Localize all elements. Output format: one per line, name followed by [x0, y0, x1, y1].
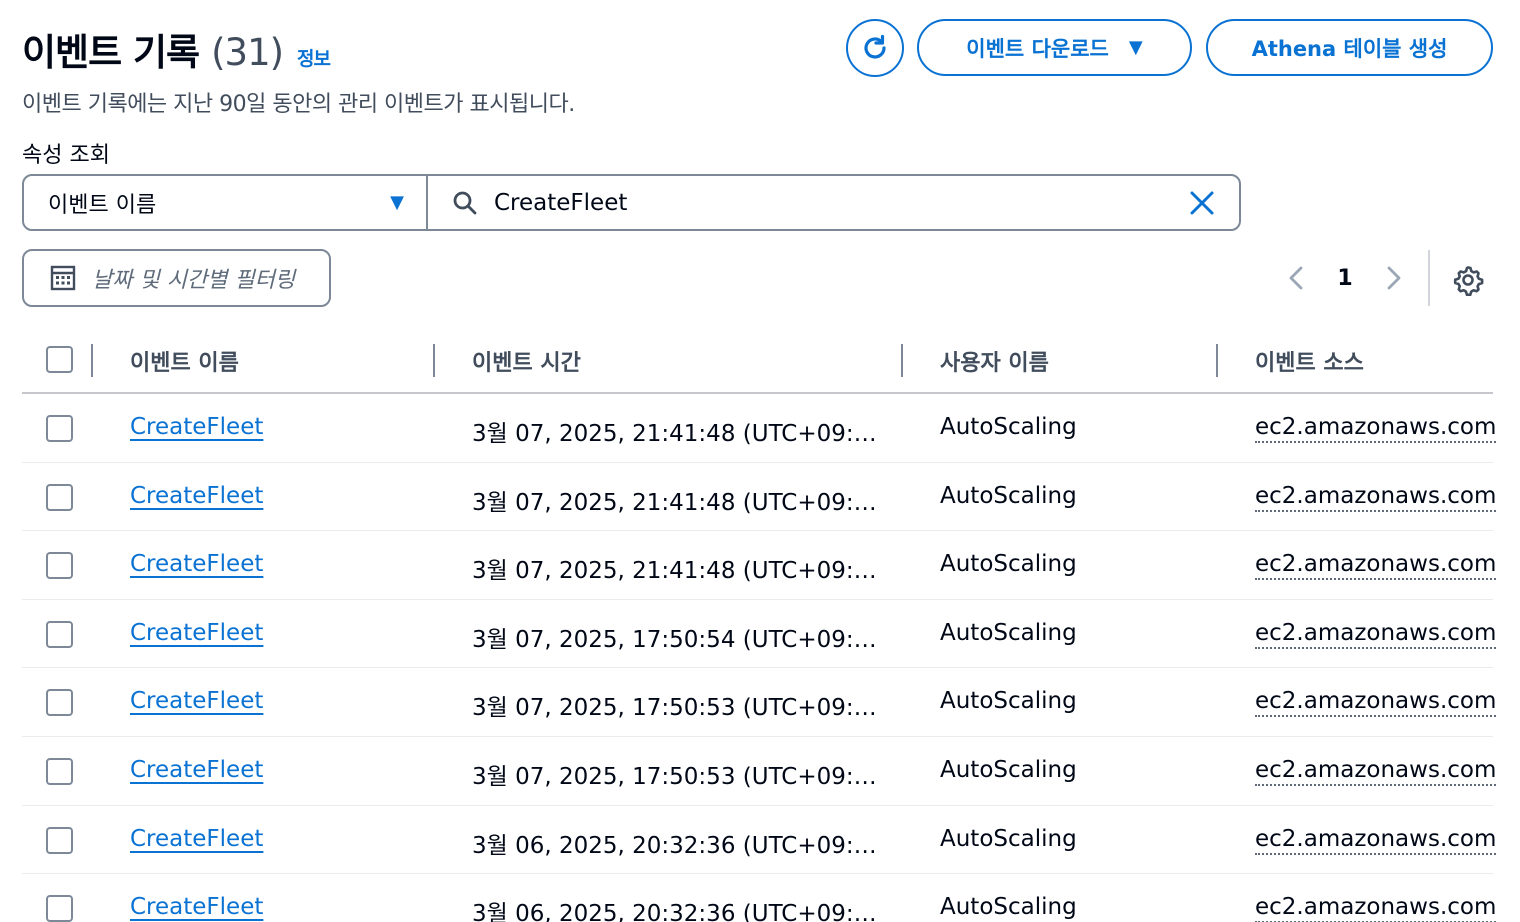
date-range-filter[interactable]: 날짜 및 시간별 필터링: [22, 249, 331, 307]
event-time: 3월 07, 2025, 17:50:54 (UTC+09:…: [472, 626, 877, 653]
user-name: AutoScaling: [940, 482, 1077, 509]
lookup-filter-bar: 이벤트 이름 ▼ CreateFleet: [22, 174, 1241, 231]
table-row: CreateFleet 3월 07, 2025, 17:50:54 (UTC+09…: [22, 600, 1497, 669]
event-name-link[interactable]: CreateFleet: [130, 826, 263, 852]
event-time: 3월 06, 2025, 20:32:36 (UTC+09:…: [472, 901, 877, 922]
event-name-link[interactable]: CreateFleet: [130, 551, 263, 577]
row-checkbox[interactable]: [46, 415, 73, 442]
row-checkbox[interactable]: [46, 620, 73, 648]
user-name: AutoScaling: [940, 756, 1077, 783]
event-source[interactable]: ec2.amazonaws.com: [1255, 551, 1497, 581]
event-name-link[interactable]: CreateFleet: [130, 483, 263, 509]
column-header-event-name[interactable]: 이벤트 이름: [130, 345, 239, 377]
table-row: CreateFleet 3월 07, 2025, 21:41:48 (UTC+09…: [22, 463, 1497, 532]
download-events-button[interactable]: 이벤트 다운로드 ▼: [917, 19, 1192, 76]
column-resizer[interactable]: [901, 344, 903, 377]
user-name: AutoScaling: [940, 894, 1077, 921]
clear-search-button[interactable]: [1189, 190, 1215, 216]
event-time: 3월 07, 2025, 21:41:48 (UTC+09:…: [472, 558, 877, 585]
row-checkbox[interactable]: [46, 895, 73, 922]
caret-down-icon: ▼: [1128, 37, 1143, 58]
event-name-link[interactable]: CreateFleet: [130, 757, 263, 783]
event-source[interactable]: ec2.amazonaws.com: [1255, 688, 1497, 718]
event-time: 3월 07, 2025, 17:50:53 (UTC+09:…: [472, 695, 877, 722]
table-row: CreateFleet 3월 06, 2025, 20:32:36 (UTC+09…: [22, 806, 1497, 875]
event-source[interactable]: ec2.amazonaws.com: [1255, 894, 1497, 922]
table-header: 이벤트 이름 이벤트 시간 사용자 이름 이벤트 소스: [22, 327, 1493, 394]
user-name: AutoScaling: [940, 688, 1077, 715]
event-name-link[interactable]: CreateFleet: [130, 688, 263, 714]
search-input-value: CreateFleet: [494, 189, 628, 216]
column-header-user-name[interactable]: 사용자 이름: [940, 345, 1049, 377]
user-name: AutoScaling: [940, 551, 1077, 578]
refresh-icon: [864, 34, 886, 59]
table-row: CreateFleet 3월 07, 2025, 17:50:53 (UTC+09…: [22, 668, 1497, 737]
attribute-select-value: 이벤트 이름: [48, 192, 157, 218]
event-name-link[interactable]: CreateFleet: [130, 414, 263, 440]
page-title-text: 이벤트 기록: [22, 31, 200, 74]
pagination: 1: [1280, 260, 1410, 296]
create-athena-table-label: Athena 테이블 생성: [1251, 36, 1448, 61]
event-name-link[interactable]: CreateFleet: [130, 894, 263, 920]
user-name: AutoScaling: [940, 825, 1077, 852]
attribute-select[interactable]: 이벤트 이름 ▼: [24, 176, 428, 229]
event-count: (31): [211, 31, 284, 74]
event-source[interactable]: ec2.amazonaws.com: [1255, 483, 1497, 512]
chevron-right-icon: [1387, 266, 1401, 290]
date-range-placeholder: 날짜 및 시간별 필터링: [92, 268, 296, 293]
event-time: 3월 06, 2025, 20:32:36 (UTC+09:…: [472, 832, 877, 859]
previous-page-button[interactable]: [1280, 260, 1312, 296]
event-source[interactable]: ec2.amazonaws.com: [1255, 826, 1497, 855]
row-checkbox[interactable]: [46, 552, 73, 580]
chevron-left-icon: [1289, 266, 1303, 290]
user-name: AutoScaling: [940, 414, 1077, 440]
download-events-label: 이벤트 다운로드: [966, 36, 1109, 61]
close-icon: [1190, 191, 1214, 214]
caret-down-icon: ▼: [390, 192, 404, 213]
gear-icon: [1453, 266, 1484, 296]
table-settings-button[interactable]: [1450, 262, 1486, 298]
current-page-number[interactable]: 1: [1312, 266, 1378, 291]
pagination-divider: [1428, 250, 1430, 306]
refresh-button[interactable]: [846, 19, 904, 77]
table-body: CreateFleet 3월 07, 2025, 21:41:48 (UTC+09…: [22, 394, 1497, 922]
lookup-attributes-label: 속성 조회: [22, 143, 110, 168]
table-row: CreateFleet 3월 07, 2025, 17:50:53 (UTC+09…: [22, 737, 1497, 806]
events-table: 이벤트 이름 이벤트 시간 사용자 이름 이벤트 소스 CreateFleet 3…: [22, 327, 1497, 922]
table-row: CreateFleet 3월 07, 2025, 21:41:48 (UTC+09…: [22, 394, 1497, 463]
search-icon: [452, 190, 478, 216]
event-source[interactable]: ec2.amazonaws.com: [1255, 414, 1497, 443]
create-athena-table-button[interactable]: Athena 테이블 생성: [1206, 19, 1493, 76]
event-time: 3월 07, 2025, 21:41:48 (UTC+09:…: [472, 421, 877, 447]
event-source[interactable]: ec2.amazonaws.com: [1255, 757, 1497, 786]
table-row: CreateFleet 3월 07, 2025, 21:41:48 (UTC+09…: [22, 531, 1497, 600]
page-title: 이벤트 기록 (31) 정보: [22, 22, 331, 76]
search-input[interactable]: CreateFleet: [428, 176, 1239, 229]
page-description: 이벤트 기록에는 지난 90일 동안의 관리 이벤트가 표시됩니다.: [22, 92, 575, 117]
column-header-event-time[interactable]: 이벤트 시간: [472, 345, 581, 377]
calendar-icon: [50, 265, 76, 291]
row-checkbox[interactable]: [46, 689, 73, 717]
column-header-event-source[interactable]: 이벤트 소스: [1255, 345, 1364, 377]
select-all-checkbox[interactable]: [46, 346, 73, 373]
column-resizer[interactable]: [433, 344, 435, 377]
event-name-link[interactable]: CreateFleet: [130, 620, 263, 646]
row-checkbox[interactable]: [46, 483, 73, 511]
row-checkbox[interactable]: [46, 826, 73, 854]
info-link[interactable]: 정보: [297, 44, 331, 71]
event-time: 3월 07, 2025, 21:41:48 (UTC+09:…: [472, 489, 877, 516]
event-time: 3월 07, 2025, 17:50:53 (UTC+09:…: [472, 763, 877, 790]
next-page-button[interactable]: [1378, 260, 1410, 296]
column-resizer[interactable]: [91, 344, 93, 377]
column-resizer[interactable]: [1216, 344, 1218, 377]
user-name: AutoScaling: [940, 619, 1077, 646]
table-row: CreateFleet 3월 06, 2025, 20:32:36 (UTC+09…: [22, 874, 1497, 922]
row-checkbox[interactable]: [46, 757, 73, 785]
event-source[interactable]: ec2.amazonaws.com: [1255, 620, 1497, 649]
